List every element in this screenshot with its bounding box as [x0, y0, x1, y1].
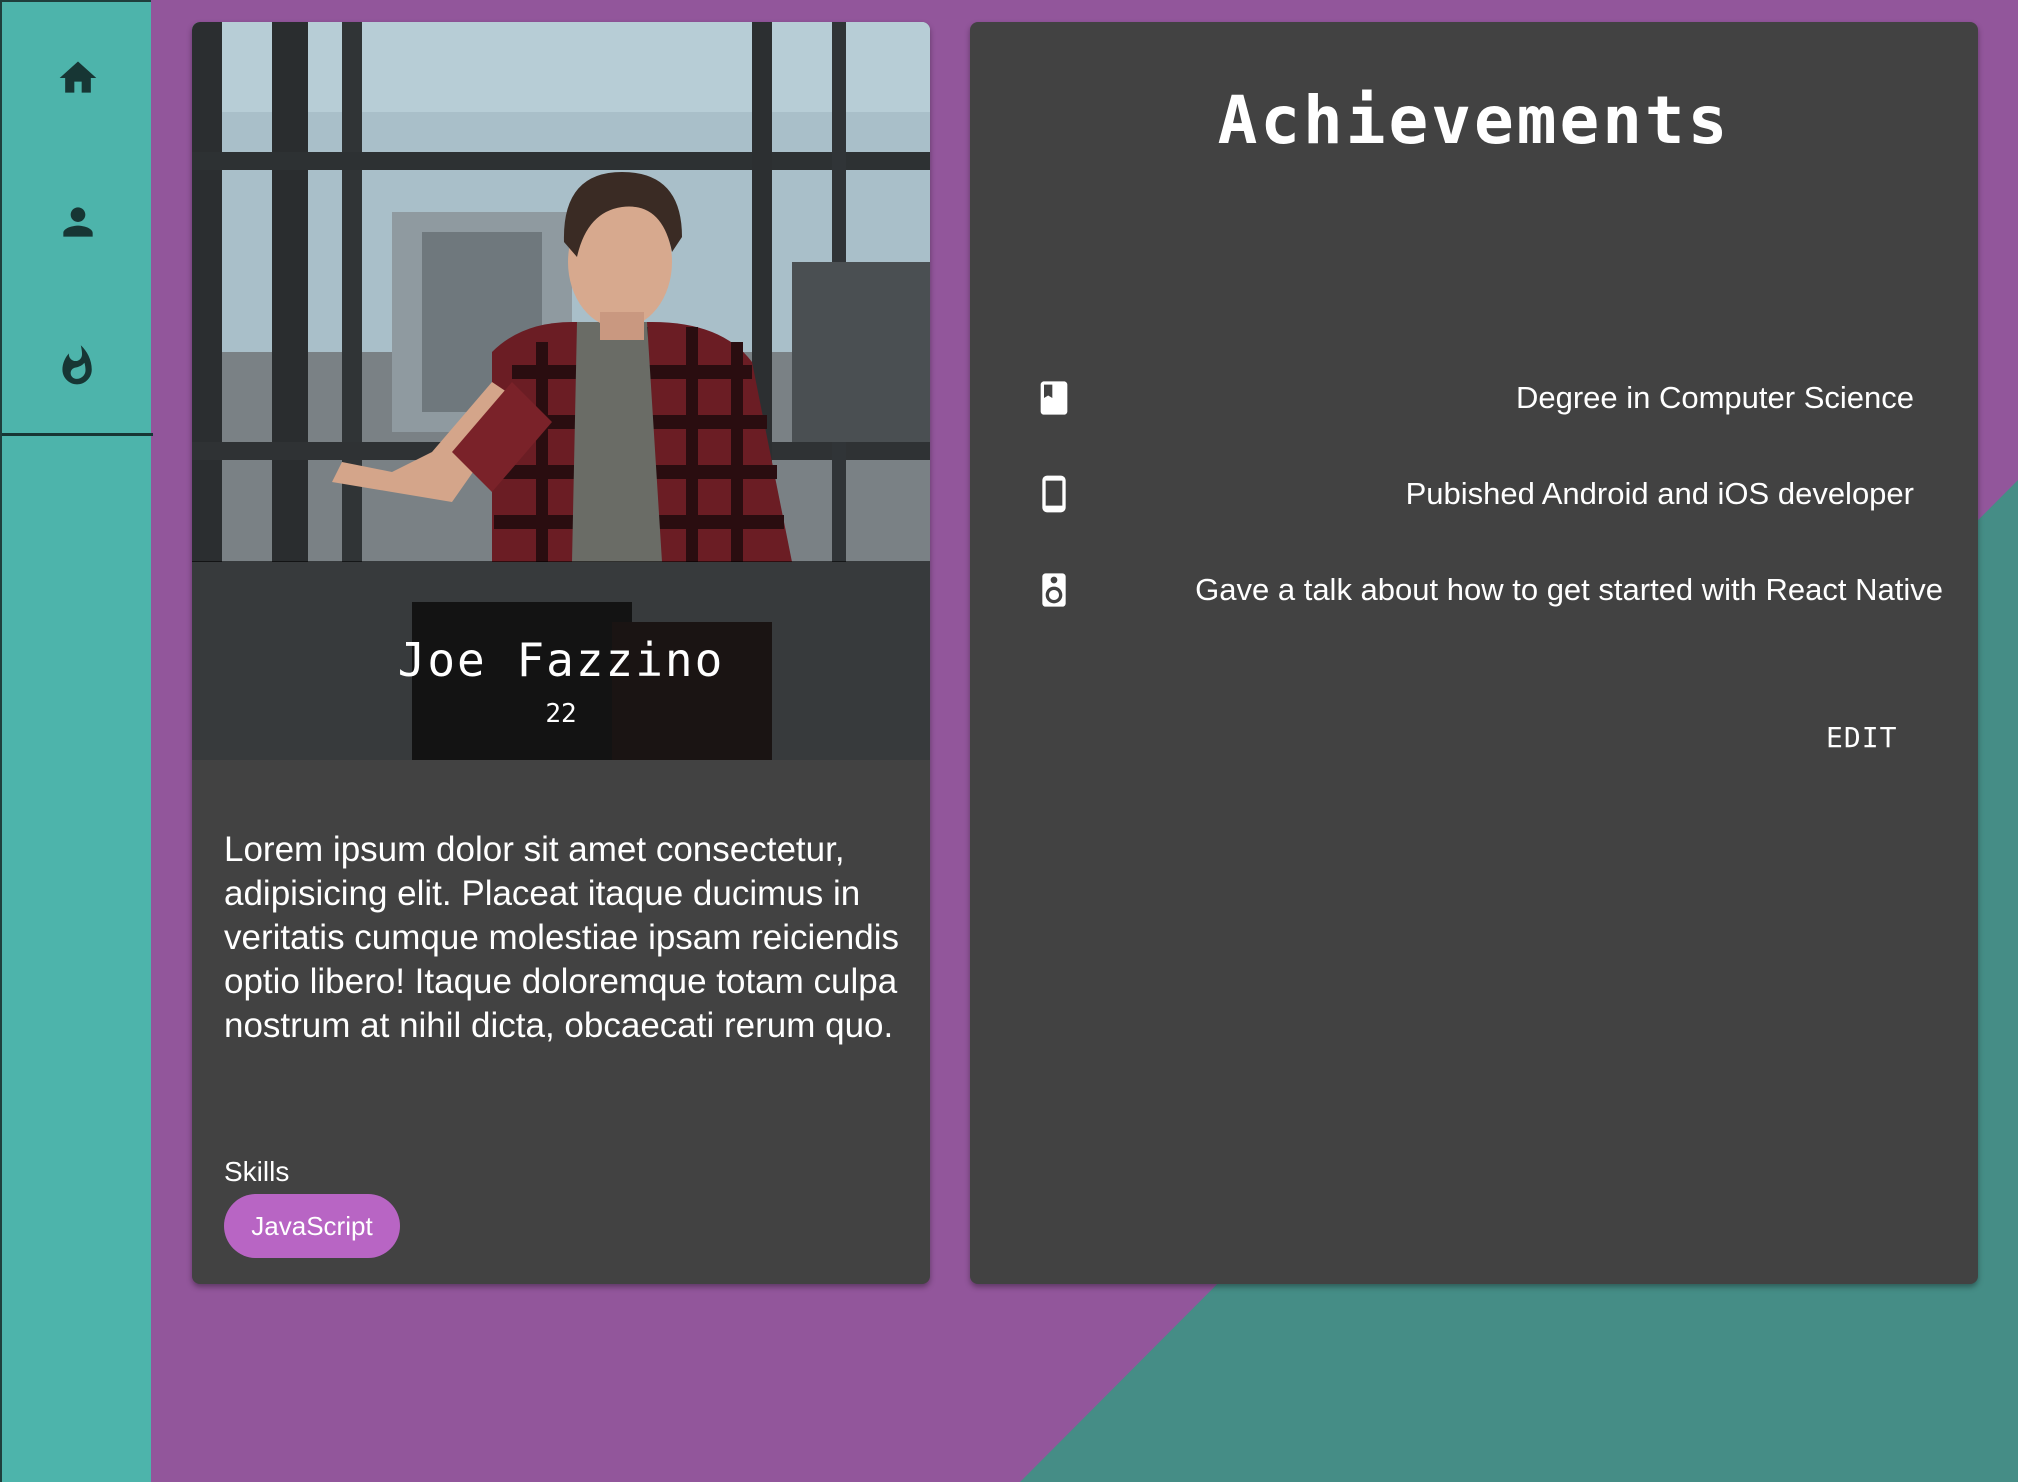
- edit-button[interactable]: EDIT: [1826, 712, 1976, 762]
- achievement-text: Pubished Android and iOS developer: [1405, 476, 1914, 511]
- profile-photo: Joe Fazzino 22: [192, 22, 930, 760]
- person-icon: [63, 207, 93, 237]
- phone-icon: [1032, 472, 1076, 516]
- profile-name: Joe Fazzino: [397, 633, 725, 687]
- achievement-item: Degree in Computer Science: [970, 362, 1978, 434]
- home-icon: [59, 61, 97, 93]
- profile-age: 22: [545, 699, 577, 729]
- book-icon: [1032, 376, 1076, 420]
- achievement-text: Gave a talk about how to get started wit…: [1195, 572, 1943, 607]
- skill-chip[interactable]: JavaScript: [224, 1194, 400, 1258]
- achievement-text: Degree in Computer Science: [1515, 380, 1914, 415]
- profile-card: Joe Fazzino 22 Lorem ipsum dolor sit ame…: [192, 22, 930, 1284]
- achievement-item: Pubished Android and iOS developer: [970, 458, 1978, 530]
- skills-label: Skills: [224, 1156, 290, 1187]
- fire-icon: [62, 345, 92, 385]
- nav-home-button[interactable]: [38, 38, 118, 118]
- nav-rail: [0, 0, 153, 1482]
- achievements-title: Achievements: [1217, 82, 1731, 159]
- profile-caption: Joe Fazzino 22: [192, 561, 930, 760]
- nav-profile-button[interactable]: [38, 182, 118, 262]
- achievement-item: Gave a talk about how to get started wit…: [970, 554, 1978, 626]
- profile-bio: Lorem ipsum dolor sit amet consectetur, …: [224, 830, 899, 1045]
- speaker-icon: [1032, 568, 1076, 612]
- achievements-card: Achievements Degree in Computer Science …: [970, 22, 1978, 1284]
- nav-rail-items: [2, 2, 153, 436]
- nav-trending-button[interactable]: [38, 326, 118, 406]
